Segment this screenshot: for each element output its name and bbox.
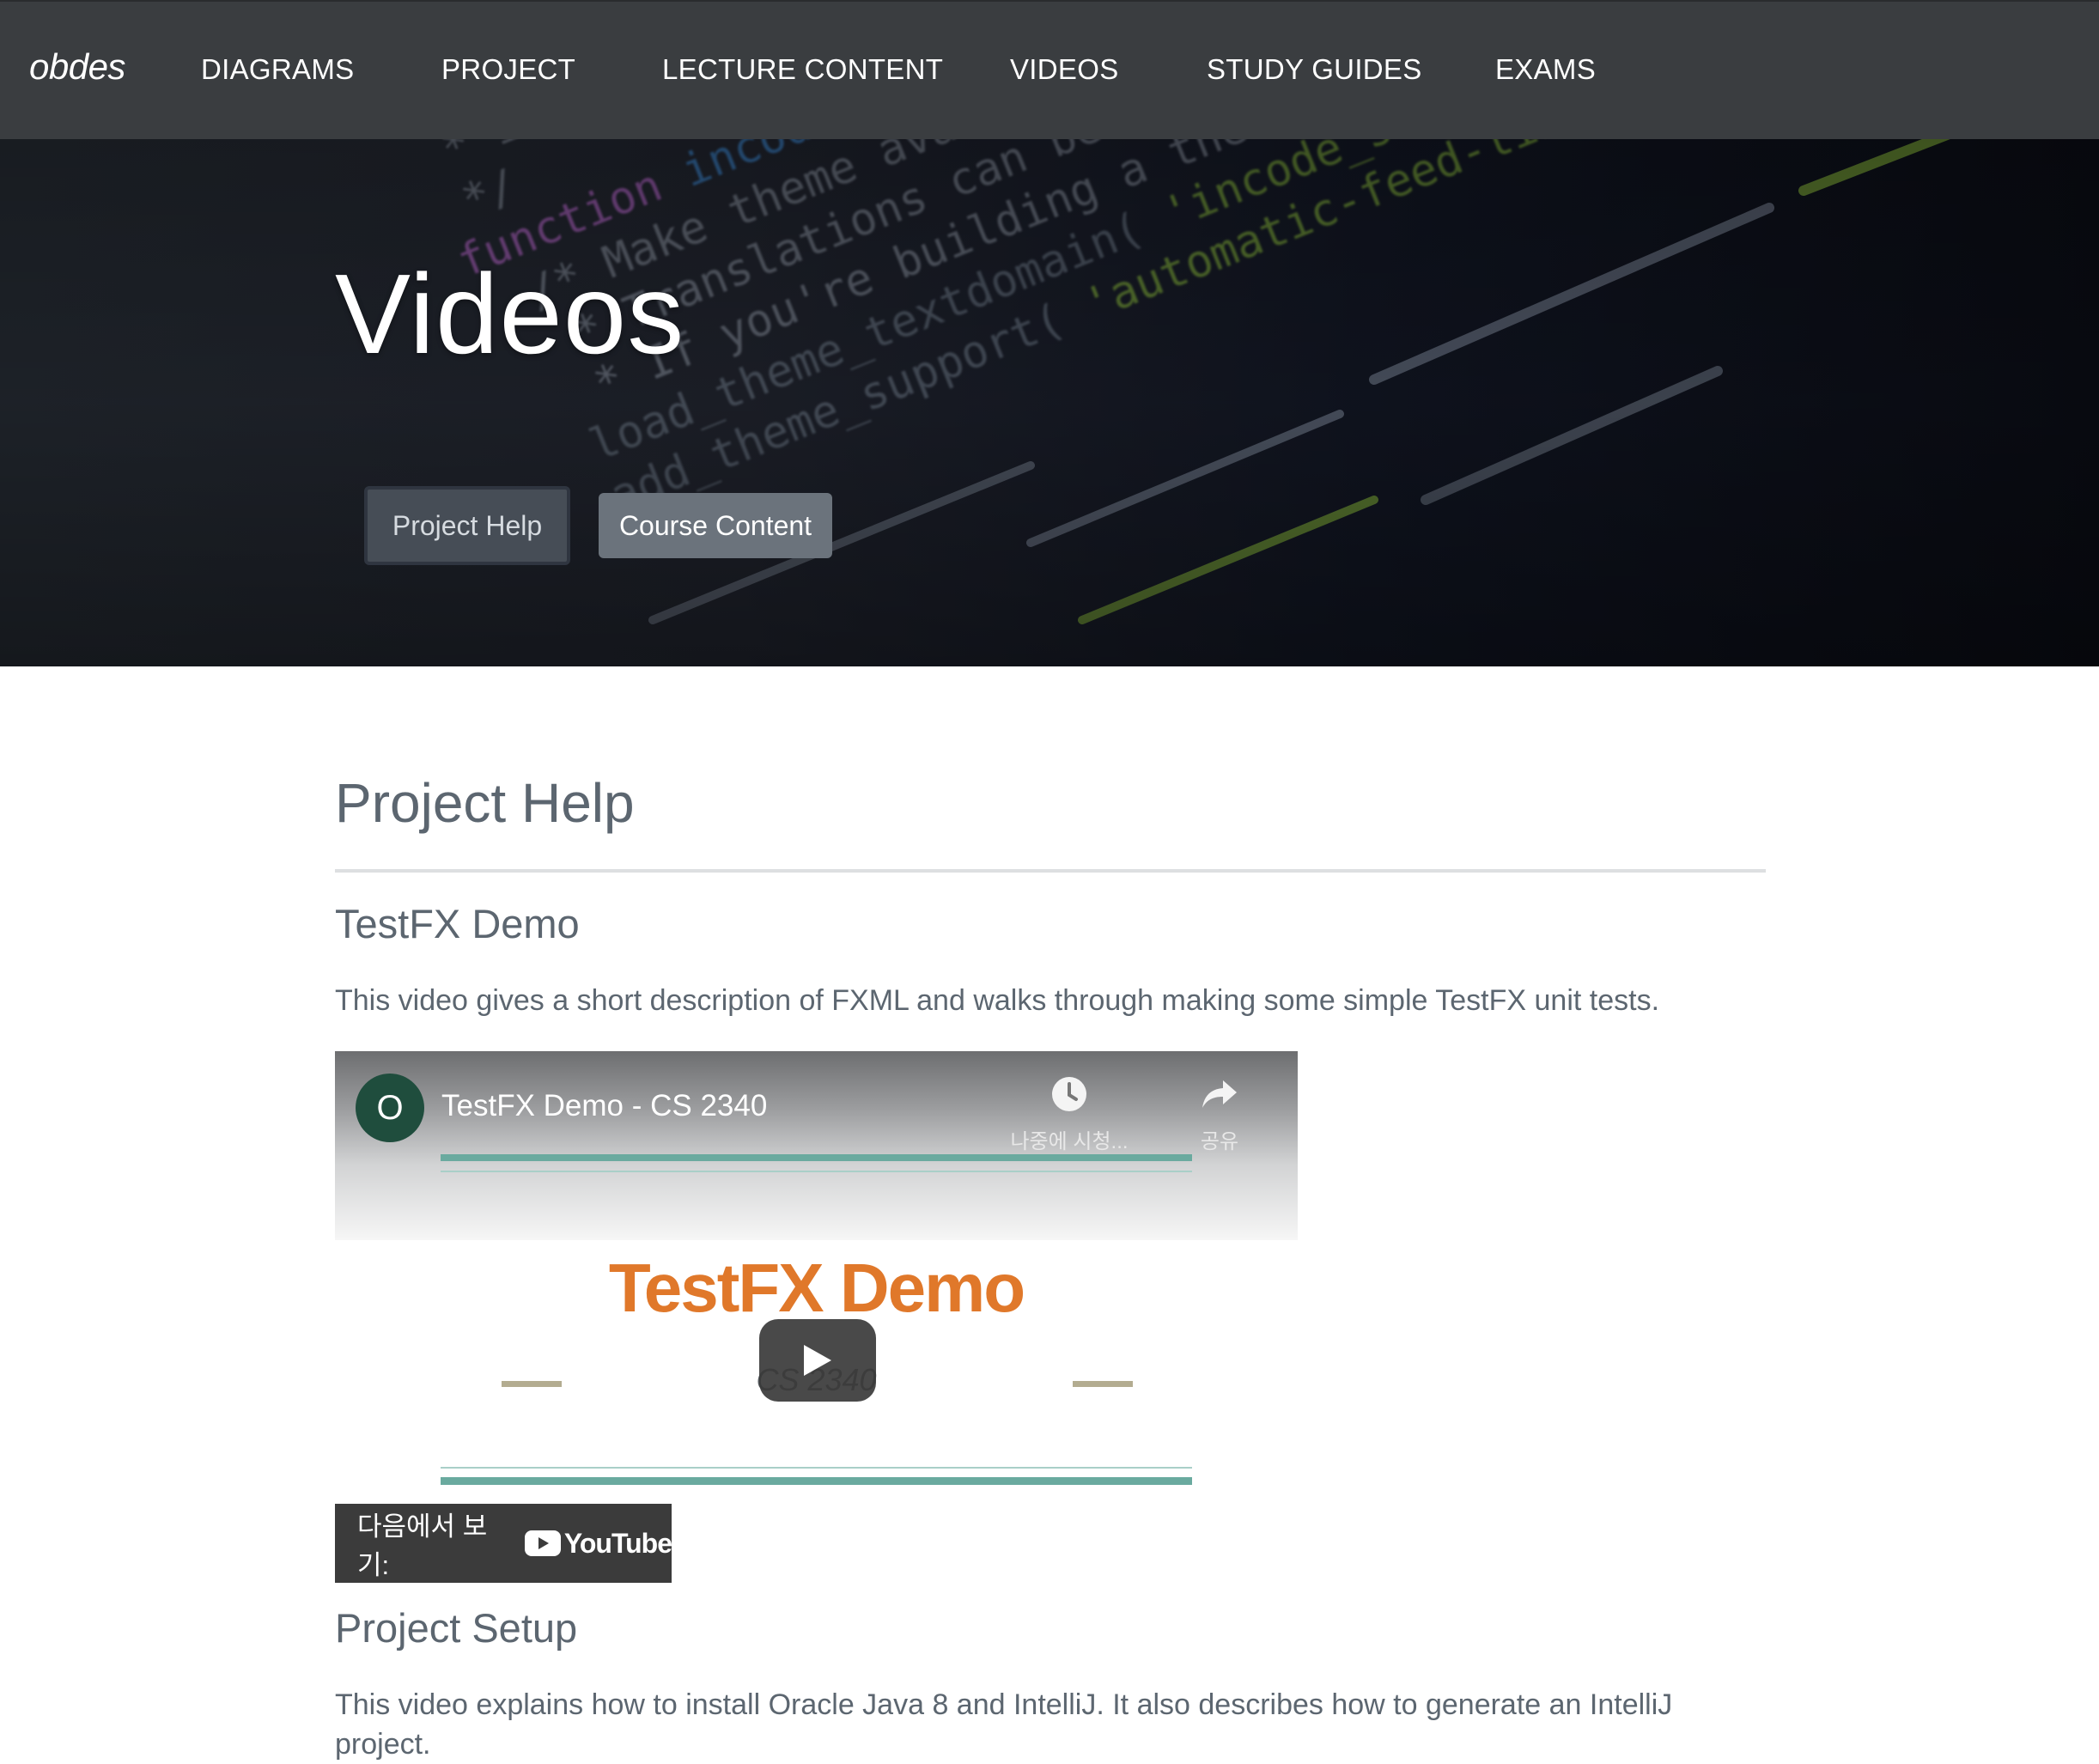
share-icon	[1202, 1080, 1237, 1108]
slide-bottom-rule	[441, 1477, 1192, 1485]
top-navbar: obdes DIAGRAMS PROJECT LECTURE CONTENT V…	[0, 0, 2099, 139]
section-divider	[335, 869, 1766, 873]
video-heading: Project Setup	[335, 1605, 578, 1651]
hero-overlay	[0, 139, 2099, 666]
share-label: 공유	[1200, 1130, 1239, 1153]
nav-link-videos[interactable]: VIDEOS	[1010, 53, 1119, 86]
nav-link-project[interactable]: PROJECT	[441, 53, 575, 86]
watch-later-button[interactable]: 나중에 시청...	[1005, 1075, 1134, 1154]
slide-top-rule	[441, 1154, 1192, 1161]
share-button[interactable]: 공유	[1185, 1075, 1254, 1154]
clock-icon	[1052, 1077, 1086, 1111]
play-button[interactable]	[759, 1319, 876, 1402]
embed-topbar	[335, 1051, 1298, 1240]
nav-link-lecture-content[interactable]: LECTURE CONTENT	[662, 53, 943, 86]
youtube-logo: YouTube	[524, 1527, 672, 1560]
page-title: Videos	[335, 251, 685, 377]
watch-on-label: 다음에서 보기:	[357, 1512, 488, 1580]
embed-video-title[interactable]: TestFX Demo - CS 2340	[441, 1089, 767, 1123]
hero-banner: /** * Sets up theme defaults and registe…	[0, 139, 2099, 666]
youtube-play-icon	[524, 1530, 561, 1556]
nav-link-exams[interactable]: EXAMS	[1495, 53, 1596, 86]
slide-title: TestFX Demo	[608, 1250, 1025, 1326]
slide-top-rule-thin	[441, 1171, 1192, 1172]
nav-link-diagrams[interactable]: DIAGRAMS	[201, 53, 354, 86]
course-content-button[interactable]: Course Content	[599, 493, 832, 558]
nav-link-study-guides[interactable]: STUDY GUIDES	[1207, 53, 1422, 86]
project-help-button[interactable]: Project Help	[364, 486, 570, 565]
play-icon	[804, 1345, 831, 1376]
section-title: Project Help	[335, 772, 635, 834]
watch-on-youtube-button[interactable]: 다음에서 보기: YouTube	[335, 1504, 672, 1583]
video-description: This video explains how to install Oracl…	[335, 1688, 1673, 1761]
brand-logo[interactable]: obdes	[29, 46, 125, 88]
channel-avatar[interactable]: O	[356, 1074, 424, 1142]
slide-bottom-rule-thin	[441, 1467, 1192, 1469]
video-heading: TestFX Demo	[335, 901, 580, 946]
youtube-wordmark: YouTube	[563, 1527, 672, 1559]
video-description: This video gives a short description of …	[335, 984, 1660, 1017]
watch-later-label: 나중에 시청...	[1010, 1130, 1129, 1153]
